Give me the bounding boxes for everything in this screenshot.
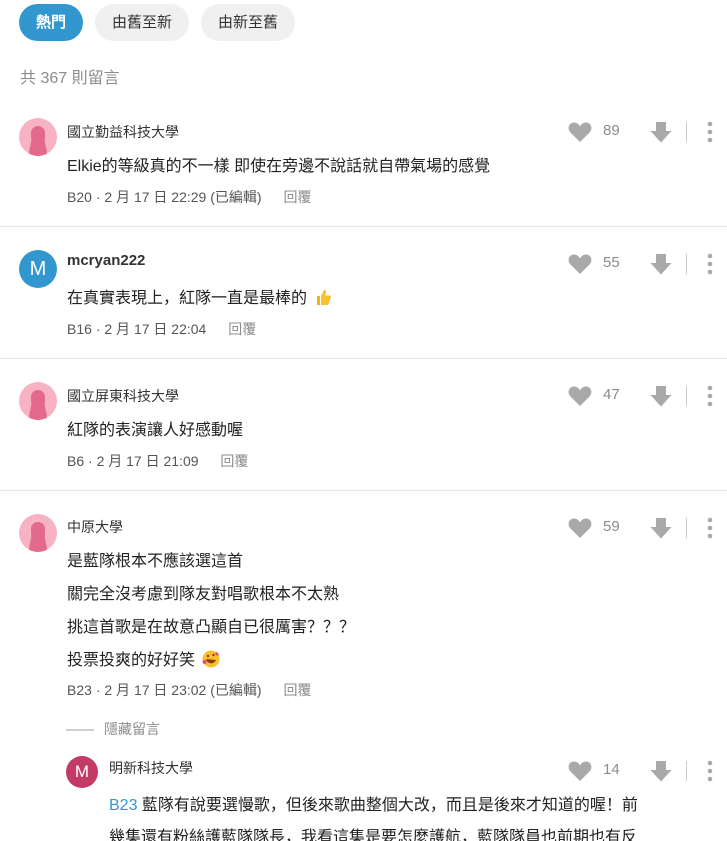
comment-text-content: 在真實表現上，紅隊一直是最棒的	[67, 290, 308, 307]
comment-actions: 14	[567, 759, 727, 783]
comment-author[interactable]: 國立勤益科技大學	[67, 122, 179, 142]
heart-icon[interactable]	[567, 120, 593, 144]
more-options-icon[interactable]	[704, 516, 716, 540]
comment-meta: B6 · 2 月 17 日 21:09 回覆	[67, 453, 249, 469]
like-count: 59	[603, 518, 620, 535]
avatar[interactable]	[19, 118, 57, 156]
like-count: 89	[603, 122, 620, 139]
comment-author[interactable]: 國立屏東科技大學	[67, 386, 179, 406]
dislike-icon[interactable]	[649, 516, 673, 540]
comment-text: 在真實表現上，紅隊一直是最棒的	[67, 284, 332, 308]
more-options-icon[interactable]	[704, 120, 716, 144]
comment-author[interactable]: mcryan222	[67, 252, 145, 269]
comment-author[interactable]: 中原大學	[67, 517, 123, 537]
heart-icon[interactable]	[567, 759, 593, 783]
comment-item: 國立勤益科技大學 Elkie的等級真的不一樣 即使在旁邊不說話就自帶氣場的感覺 …	[0, 94, 727, 227]
like-count: 14	[603, 761, 620, 778]
comment-author[interactable]: 明新科技大學	[109, 758, 193, 778]
comment-meta: B20 · 2 月 17 日 22:29 (已編輯) 回覆	[67, 189, 312, 205]
comment-text: 幾集還有粉絲護藍隊隊長，我看這集是要怎麼護航，藍隊隊員也前期也有反	[109, 829, 638, 841]
reply-item: M 明新科技大學 B23 藍隊有說要選慢歌，但後來歌曲整個大改，而且是後來才知道…	[0, 748, 727, 841]
avatar-letter: M	[29, 258, 47, 280]
comment-text: 關完全沒考慮到隊友對唱歌根本不太熟	[67, 586, 340, 603]
more-options-icon[interactable]	[704, 759, 716, 783]
rolling-laughing-emoji-icon	[202, 650, 220, 668]
hidden-comments-toggle[interactable]: 隱藏留言	[66, 719, 160, 739]
comment-text: 投票投爽的好好笑	[67, 646, 220, 670]
comment-text: B23 藍隊有說要選慢歌，但後來歌曲整個大改，而且是後來才知道的喔！前	[109, 791, 638, 815]
toggle-label: 隱藏留言	[104, 721, 160, 737]
comment-item: 國立屏東科技大學 紅隊的表演讓人好感動喔 B6 · 2 月 17 日 21:09…	[0, 358, 727, 491]
divider	[686, 518, 687, 538]
comment-text: 是藍隊根本不應該選這首	[67, 553, 244, 570]
comment-time: 2 月 17 日 21:09	[96, 453, 199, 469]
comment-text-content: 藍隊有說要選慢歌，但後來歌曲整個大改，而且是後來才知道的喔！前	[141, 797, 638, 814]
floor-number[interactable]: B16	[67, 321, 92, 337]
tab-newest[interactable]: 由新至舊	[201, 4, 296, 41]
sort-tabs: 熱門 由舊至新 由新至舊	[19, 4, 296, 41]
reply-button[interactable]: 回覆	[220, 453, 248, 469]
reply-button[interactable]: 回覆	[283, 682, 311, 698]
more-options-icon[interactable]	[704, 384, 716, 408]
comment-meta: B16 · 2 月 17 日 22:04 回覆	[67, 321, 257, 337]
comment-time: 2 月 17 日 23:02 (已編輯)	[104, 682, 262, 698]
floor-reference-link[interactable]: B23	[109, 797, 137, 814]
comment-meta: B23 · 2 月 17 日 23:02 (已編輯) 回覆	[67, 682, 312, 698]
dislike-icon[interactable]	[649, 759, 673, 783]
heart-icon[interactable]	[567, 516, 593, 540]
reply-button[interactable]: 回覆	[283, 189, 311, 205]
comment-actions: 47	[567, 384, 727, 408]
avatar[interactable]: M	[19, 250, 57, 288]
floor-number[interactable]: B23	[67, 682, 92, 698]
more-options-icon[interactable]	[704, 252, 716, 276]
female-silhouette-icon	[29, 126, 47, 156]
like-count: 55	[603, 254, 620, 271]
reply-button[interactable]: 回覆	[228, 321, 256, 337]
comment-text: Elkie的等級真的不一樣 即使在旁邊不說話就自帶氣場的感覺	[67, 158, 491, 175]
divider	[686, 386, 687, 406]
comment-actions: 59	[567, 516, 727, 540]
dislike-icon[interactable]	[649, 252, 673, 276]
tab-oldest[interactable]: 由舊至新	[95, 4, 190, 41]
female-silhouette-icon	[29, 522, 47, 552]
comment-actions: 89	[567, 120, 727, 144]
comment-count: 共 367 則留言	[20, 70, 120, 87]
floor-number[interactable]: B20	[67, 189, 92, 205]
comment-text-content: 投票投爽的好好笑	[67, 652, 196, 669]
comment-text: 挑這首歌是在故意凸顯自已很厲害？？？	[67, 619, 356, 636]
comments-page: 熱門 由舊至新 由新至舊 共 367 則留言 國立勤益科技大學 Elkie的等級…	[0, 0, 727, 841]
avatar[interactable]: M	[66, 756, 98, 788]
divider	[686, 761, 687, 781]
thumbs-up-emoji-icon	[317, 289, 332, 305]
comment-time: 2 月 17 日 22:29 (已編輯)	[104, 189, 262, 205]
dislike-icon[interactable]	[649, 384, 673, 408]
tab-popular[interactable]: 熱門	[19, 4, 84, 41]
comment-text: 紅隊的表演讓人好感動喔	[67, 422, 244, 439]
like-count: 47	[603, 386, 620, 403]
comment-item: M mcryan222 在真實表現上，紅隊一直是最棒的 B16 · 2 月 17…	[0, 226, 727, 359]
dislike-icon[interactable]	[649, 120, 673, 144]
comment-actions: 55	[567, 252, 727, 276]
divider	[686, 254, 687, 274]
female-silhouette-icon	[29, 390, 47, 420]
heart-icon[interactable]	[567, 252, 593, 276]
comment-time: 2 月 17 日 22:04	[104, 321, 207, 337]
heart-icon[interactable]	[567, 384, 593, 408]
avatar-letter: M	[74, 762, 90, 781]
divider	[686, 122, 687, 142]
toggle-line	[66, 729, 94, 732]
avatar[interactable]	[19, 514, 57, 552]
avatar[interactable]	[19, 382, 57, 420]
floor-number[interactable]: B6	[67, 453, 84, 469]
